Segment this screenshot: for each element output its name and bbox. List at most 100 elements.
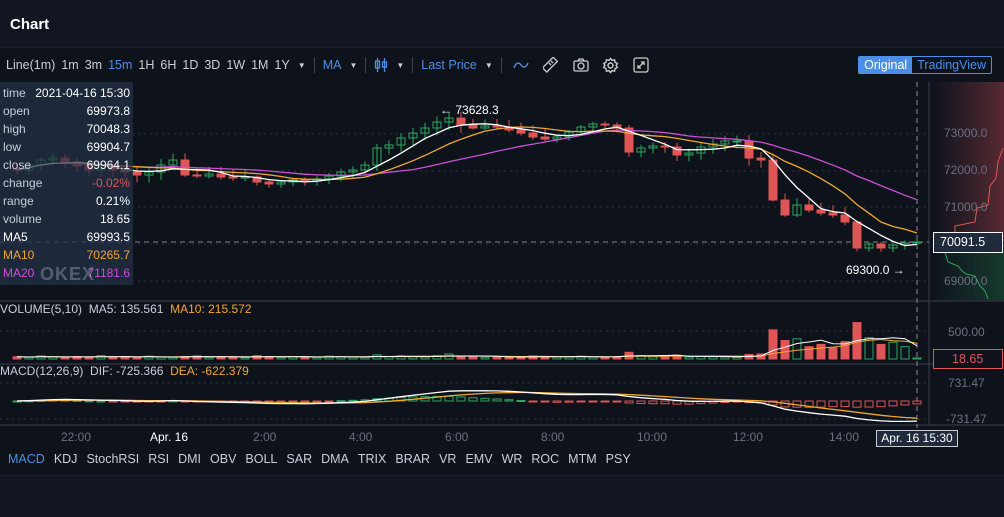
candle-down	[828, 212, 838, 216]
price-tick: 69000.0	[944, 274, 988, 288]
volume-bar	[456, 355, 466, 360]
volume-bar	[300, 356, 310, 360]
macd-histogram-bar	[912, 400, 922, 405]
macd-histogram-bar	[444, 395, 454, 402]
ohlc-tooltip: time 2021-04-16 15:30 open 69973.8 high 70048…	[0, 82, 133, 285]
candle-down	[132, 171, 142, 176]
macd-histogram-bar	[660, 400, 670, 405]
volume-bar	[912, 357, 922, 360]
indicator-tab-rsi[interactable]: RSI	[148, 452, 169, 466]
macd-histogram-bar	[324, 400, 334, 403]
indicator-tab-wr[interactable]: WR	[502, 452, 523, 466]
tooltip-row-high: high 70048.3	[3, 120, 130, 138]
volume-bar	[708, 356, 718, 360]
indicator-tab-vr[interactable]: VR	[439, 452, 456, 466]
volume-bar	[240, 357, 250, 360]
volume-bar	[60, 357, 70, 360]
volume-legend: VOLUME(5,10) MA5: 135.561 MA10: 215.572	[0, 302, 252, 316]
macd-histogram-bar	[348, 399, 358, 402]
volume-tick: 500.00	[948, 325, 985, 339]
ma20-line	[16, 129, 918, 201]
volume-bar	[228, 356, 238, 360]
tooltip-row-range: range 0.21%	[3, 192, 130, 210]
time-tick: 12:00	[733, 430, 764, 444]
tooltip-row-open: open 69973.8	[3, 102, 130, 120]
macd-histogram-bar	[468, 397, 478, 402]
time-tick: Apr. 16	[150, 430, 189, 444]
macd-histogram-bar	[648, 400, 658, 405]
volume-bar	[828, 347, 838, 360]
tooltip-row-volume: volume 18.65	[3, 210, 130, 228]
indicator-tab-dma[interactable]: DMA	[321, 452, 349, 466]
macd-histogram-bar	[288, 400, 298, 403]
macd-histogram-bar	[504, 399, 514, 402]
indicator-tab-emv[interactable]: EMV	[465, 452, 492, 466]
volume-bar	[48, 356, 58, 360]
indicator-tab-dmi[interactable]: DMI	[178, 452, 201, 466]
high-value: 73628.3	[455, 103, 499, 117]
ma10-line	[16, 126, 918, 234]
candle-down	[852, 221, 862, 249]
tooltip-value: 70265.7	[86, 248, 130, 262]
volume-bar	[360, 356, 370, 360]
tooltip-label: low	[3, 140, 22, 154]
indicator-tab-roc[interactable]: ROC	[531, 452, 559, 466]
candle-up	[912, 241, 922, 244]
indicator-tab-mtm[interactable]: MTM	[568, 452, 596, 466]
candle-down	[780, 199, 790, 216]
tooltip-label: open	[3, 104, 30, 118]
volume-ma5: MA5: 135.561	[88, 302, 164, 316]
tooltip-value: 18.65	[99, 212, 130, 226]
macd-legend: MACD(12,26,9) DIF: -725.366 DEA: -622.37…	[0, 364, 249, 378]
macd-histogram-bar	[624, 400, 634, 404]
ask-depth-area	[931, 82, 1004, 242]
macd-histogram-bar	[828, 400, 838, 408]
tooltip-value: 71181.6	[87, 266, 131, 280]
tooltip-value: 0.21%	[95, 194, 130, 208]
tooltip-value: 2021-04-16 15:30	[35, 86, 130, 100]
candle-down	[804, 204, 814, 211]
candle-down	[216, 173, 226, 178]
volume-bar	[24, 356, 34, 360]
indicator-tabs: MACD KDJ StochRSI RSI DMI OBV BOLL SAR DMA TRIX BR…	[8, 452, 640, 466]
macd-histogram-bar	[492, 398, 502, 402]
volume-bar	[108, 356, 118, 360]
macd-tick-top: 731.47	[948, 376, 985, 390]
indicator-tab-kdj[interactable]: KDJ	[54, 452, 78, 466]
volume-title: VOLUME(5,10)	[0, 302, 83, 316]
tooltip-value: 69904.7	[86, 140, 130, 154]
macd-histogram-bar	[672, 400, 682, 405]
volume-bar	[768, 329, 778, 360]
macd-histogram-bar	[612, 400, 622, 403]
indicator-tab-obv[interactable]: OBV	[210, 452, 236, 466]
indicator-tab-psy[interactable]: PSY	[606, 452, 631, 466]
volume-bar	[600, 356, 610, 360]
tooltip-label: volume	[3, 212, 42, 226]
candle-down	[516, 129, 526, 134]
macd-histogram-bar	[876, 400, 886, 408]
macd-histogram-bar	[336, 400, 346, 403]
indicator-tab-boll[interactable]: BOLL	[245, 452, 277, 466]
candle-down	[468, 124, 478, 129]
volume-bar	[684, 356, 694, 360]
time-tick: 10:00	[637, 430, 668, 444]
low-annotation: 69300.0 →	[846, 263, 905, 277]
volume-bar	[732, 356, 742, 360]
candle-down	[768, 159, 778, 201]
volume-bar	[132, 357, 142, 360]
volume-bar	[420, 356, 430, 360]
volume-bar	[720, 356, 730, 360]
macd-histogram-bar	[540, 400, 550, 403]
indicator-tab-sar[interactable]: SAR	[286, 452, 312, 466]
macd-histogram-bar	[300, 400, 310, 403]
macd-histogram-bar	[900, 400, 910, 406]
indicator-tab-macd[interactable]: MACD	[8, 452, 45, 466]
volume-bar	[312, 356, 322, 360]
macd-histogram-bar	[864, 400, 874, 408]
indicator-tab-trix[interactable]: TRIX	[358, 452, 386, 466]
indicator-tab-stochrsi[interactable]: StochRSI	[86, 452, 139, 466]
macd-dea: DEA: -622.379	[170, 364, 249, 378]
macd-histogram-bar	[516, 399, 526, 402]
indicator-tab-brar[interactable]: BRAR	[395, 452, 430, 466]
volume-bar	[648, 356, 658, 360]
